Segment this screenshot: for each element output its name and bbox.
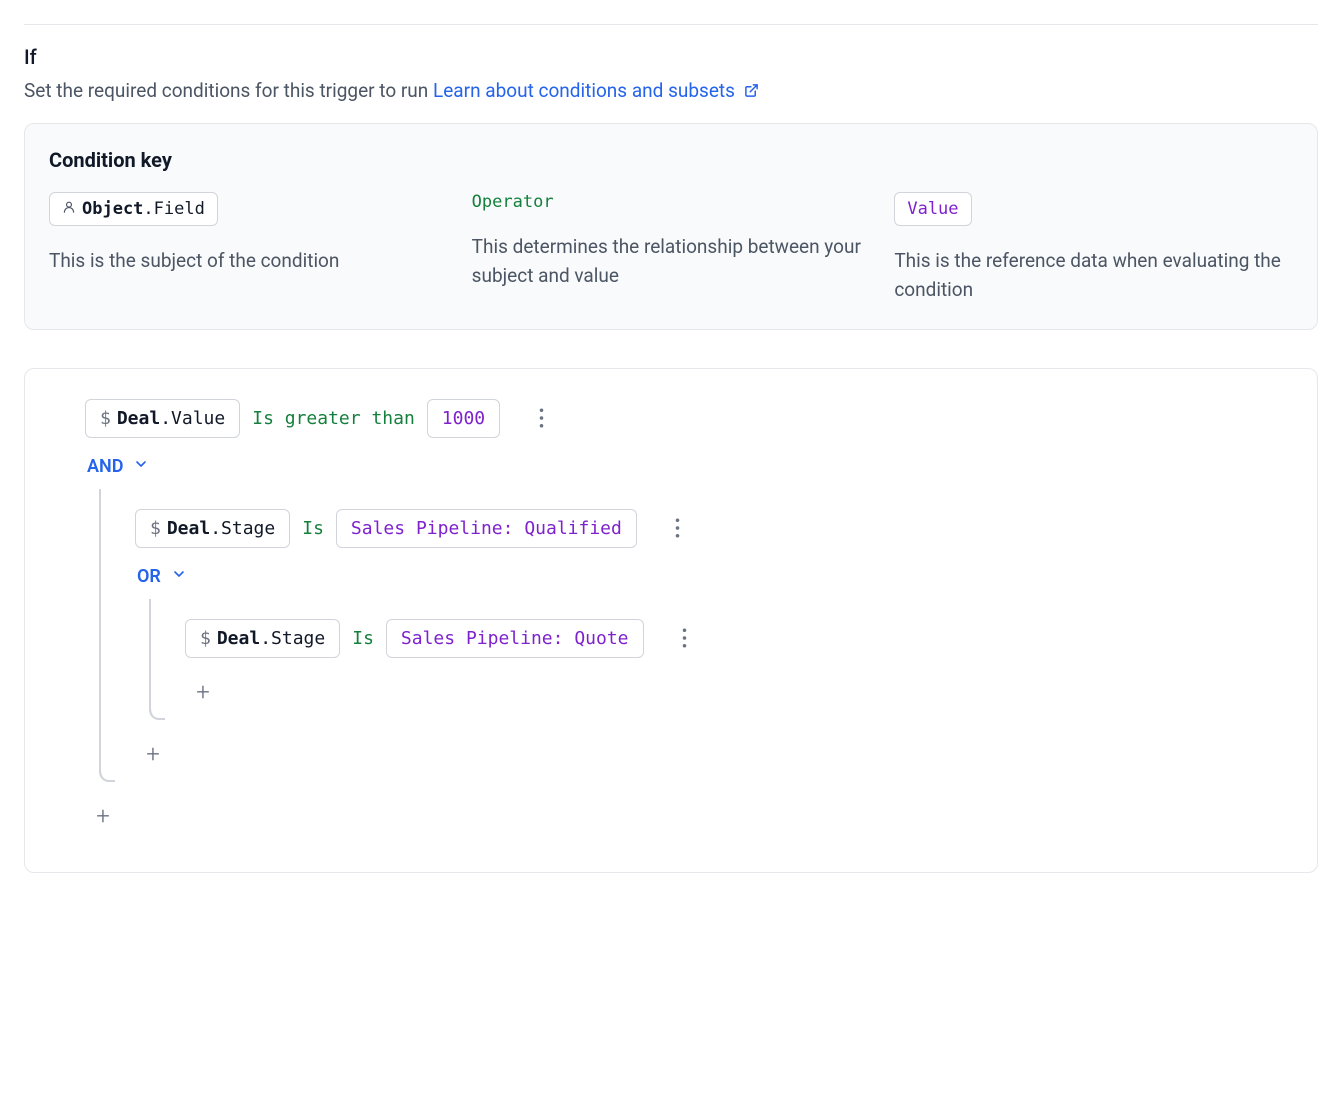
- condition-key-panel: Condition key Object.Field This is the s…: [24, 123, 1318, 330]
- page-title: If: [24, 45, 1318, 69]
- logic-and[interactable]: AND: [85, 452, 151, 481]
- or-group: $ Deal.Stage Is Sales Pipeline: Quote +: [149, 599, 1257, 720]
- chevron-down-icon: [133, 456, 149, 477]
- external-link-icon: [744, 80, 759, 103]
- value-desc: This is the reference data when evaluati…: [894, 246, 1293, 305]
- condition-builder: $ Deal.Value Is greater than 1000 AND $ …: [24, 368, 1318, 873]
- value-chip[interactable]: Sales Pipeline: Quote: [386, 619, 644, 658]
- more-icon[interactable]: [530, 404, 552, 432]
- object-desc: This is the subject of the condition: [49, 246, 448, 275]
- operator-text[interactable]: Is: [302, 518, 324, 539]
- value-chip[interactable]: 1000: [427, 399, 500, 438]
- dot: .: [260, 628, 271, 649]
- add-condition-button[interactable]: +: [141, 742, 165, 766]
- logic-label: AND: [87, 456, 123, 477]
- object-text: Deal: [167, 518, 210, 539]
- learn-link[interactable]: Learn about conditions and subsets: [433, 79, 759, 102]
- object-dot: .: [143, 199, 153, 219]
- logic-or[interactable]: OR: [135, 562, 189, 591]
- and-group: $ Deal.Stage Is Sales Pipeline: Qualifie…: [99, 489, 1257, 782]
- subject-chip[interactable]: $ Deal.Stage: [135, 509, 290, 548]
- dollar-icon: $: [200, 628, 211, 649]
- chevron-down-icon: [171, 566, 187, 587]
- key-col-operator: Operator This determines the relationshi…: [472, 192, 871, 305]
- operator-text[interactable]: Is greater than: [252, 408, 415, 429]
- dollar-icon: $: [150, 518, 161, 539]
- operator-desc: This determines the relationship between…: [472, 232, 871, 291]
- object-field-chip: Object.Field: [49, 192, 218, 226]
- field-label: Field: [154, 199, 205, 219]
- logic-label: OR: [137, 566, 161, 587]
- value-chip: Value: [894, 192, 971, 226]
- page-subtitle: Set the required conditions for this tri…: [24, 79, 1318, 103]
- field-text: Value: [171, 408, 225, 429]
- more-icon[interactable]: [674, 624, 696, 652]
- condition-key-heading: Condition key: [49, 148, 1293, 172]
- subtitle-text: Set the required conditions for this tri…: [24, 79, 433, 102]
- field-text: Stage: [221, 518, 275, 539]
- add-condition-button[interactable]: +: [91, 804, 115, 828]
- subject-chip[interactable]: $ Deal.Value: [85, 399, 240, 438]
- condition-row-3: $ Deal.Stage Is Sales Pipeline: Quote: [185, 619, 1257, 658]
- dot: .: [160, 408, 171, 429]
- object-text: Deal: [117, 408, 160, 429]
- operator-label: Operator: [472, 192, 554, 212]
- field-text: Stage: [271, 628, 325, 649]
- person-icon: [62, 199, 76, 219]
- condition-row-2: $ Deal.Stage Is Sales Pipeline: Qualifie…: [135, 509, 1257, 548]
- object-label: Object: [82, 199, 143, 219]
- condition-row-1: $ Deal.Value Is greater than 1000: [85, 399, 1257, 438]
- dot: .: [210, 518, 221, 539]
- value-chip[interactable]: Sales Pipeline: Qualified: [336, 509, 637, 548]
- add-condition-button[interactable]: +: [191, 680, 215, 704]
- operator-text[interactable]: Is: [352, 628, 374, 649]
- subject-chip[interactable]: $ Deal.Stage: [185, 619, 340, 658]
- object-text: Deal: [217, 628, 260, 649]
- key-col-object: Object.Field This is the subject of the …: [49, 192, 448, 305]
- learn-link-label: Learn about conditions and subsets: [433, 79, 735, 102]
- key-col-value: Value This is the reference data when ev…: [894, 192, 1293, 305]
- more-icon[interactable]: [667, 514, 689, 542]
- dollar-icon: $: [100, 408, 111, 429]
- header: If Set the required conditions for this …: [24, 24, 1318, 103]
- condition-key-row: Object.Field This is the subject of the …: [49, 192, 1293, 305]
